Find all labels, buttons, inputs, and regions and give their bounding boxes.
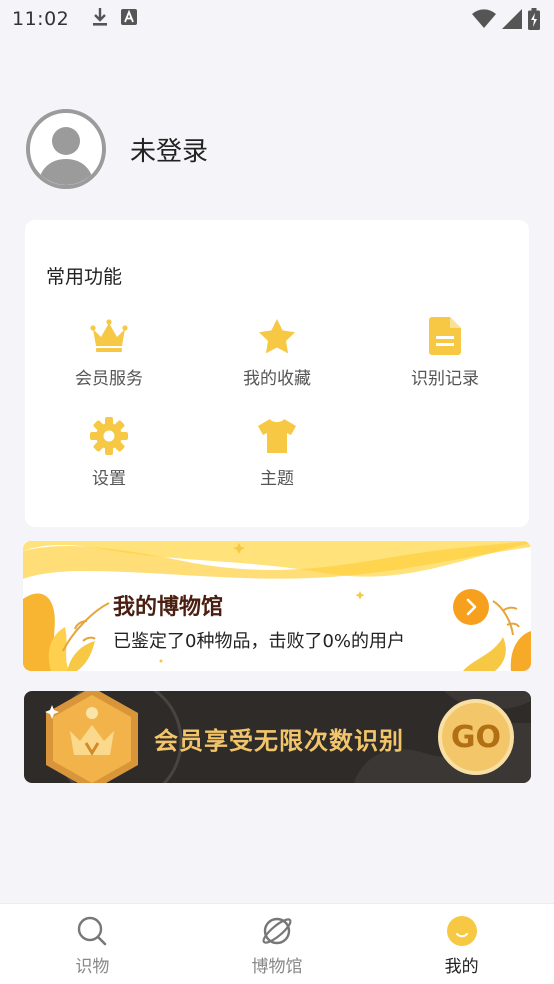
document-icon	[425, 316, 465, 356]
vip-promo-banner[interactable]: 会员享受无限次数识别 GO	[24, 691, 531, 783]
smile-face-icon	[445, 914, 479, 948]
star-icon	[257, 316, 297, 356]
nav-tab-museum[interactable]: 博物馆	[185, 904, 370, 984]
battery-charging-icon	[528, 8, 540, 34]
tshirt-icon	[257, 416, 297, 456]
download-icon	[91, 7, 109, 31]
profile-header[interactable]: 未登录	[26, 109, 208, 189]
text-a-icon	[121, 9, 138, 29]
planet-icon	[260, 914, 294, 948]
go-button[interactable]: GO	[438, 699, 514, 775]
func-item-settings[interactable]: 设置	[44, 416, 174, 489]
section-title: 常用功能	[46, 266, 123, 288]
signal-icon	[502, 9, 522, 33]
func-label: 识别记录	[411, 369, 479, 389]
crown-icon	[89, 316, 129, 356]
login-status[interactable]: 未登录	[130, 131, 208, 168]
func-label: 我的收藏	[243, 369, 311, 389]
func-label: 设置	[92, 469, 126, 489]
go-button-label: GO	[450, 719, 502, 755]
bottom-nav: 识物 博物馆 我的	[0, 903, 554, 984]
vip-crown-badge-icon	[42, 691, 142, 783]
search-icon	[75, 914, 109, 948]
default-avatar-icon[interactable]	[26, 109, 106, 189]
func-item-vip-service[interactable]: 会员服务	[44, 316, 174, 389]
nav-tab-identify[interactable]: 识物	[0, 904, 185, 984]
chevron-right-icon[interactable]	[453, 589, 489, 625]
func-label: 主题	[260, 469, 294, 489]
nav-label: 识物	[75, 957, 110, 977]
func-label: 会员服务	[75, 369, 143, 389]
func-item-favorites[interactable]: 我的收藏	[212, 316, 342, 389]
my-museum-banner[interactable]: 我的博物馆 已鉴定了0种物品，击败了0%的用户	[23, 541, 531, 671]
nav-label: 我的	[444, 957, 479, 977]
status-time: 11:02	[12, 8, 70, 30]
status-bar: 11:02	[0, 0, 554, 38]
nav-label: 博物馆	[251, 957, 303, 977]
museum-title: 我的博物馆	[113, 595, 224, 620]
museum-subtitle: 已鉴定了0种物品，击败了0%的用户	[113, 631, 406, 652]
vip-promo-text: 会员享受无限次数识别	[154, 727, 404, 755]
func-item-theme[interactable]: 主题	[212, 416, 342, 489]
common-functions-card: 常用功能 会员服务 我的收藏 识别记录 设置 主题	[25, 220, 529, 527]
nav-tab-mine[interactable]: 我的	[369, 904, 554, 984]
func-item-history[interactable]: 识别记录	[380, 316, 510, 389]
gear-icon	[89, 416, 129, 456]
wifi-icon	[472, 9, 496, 33]
